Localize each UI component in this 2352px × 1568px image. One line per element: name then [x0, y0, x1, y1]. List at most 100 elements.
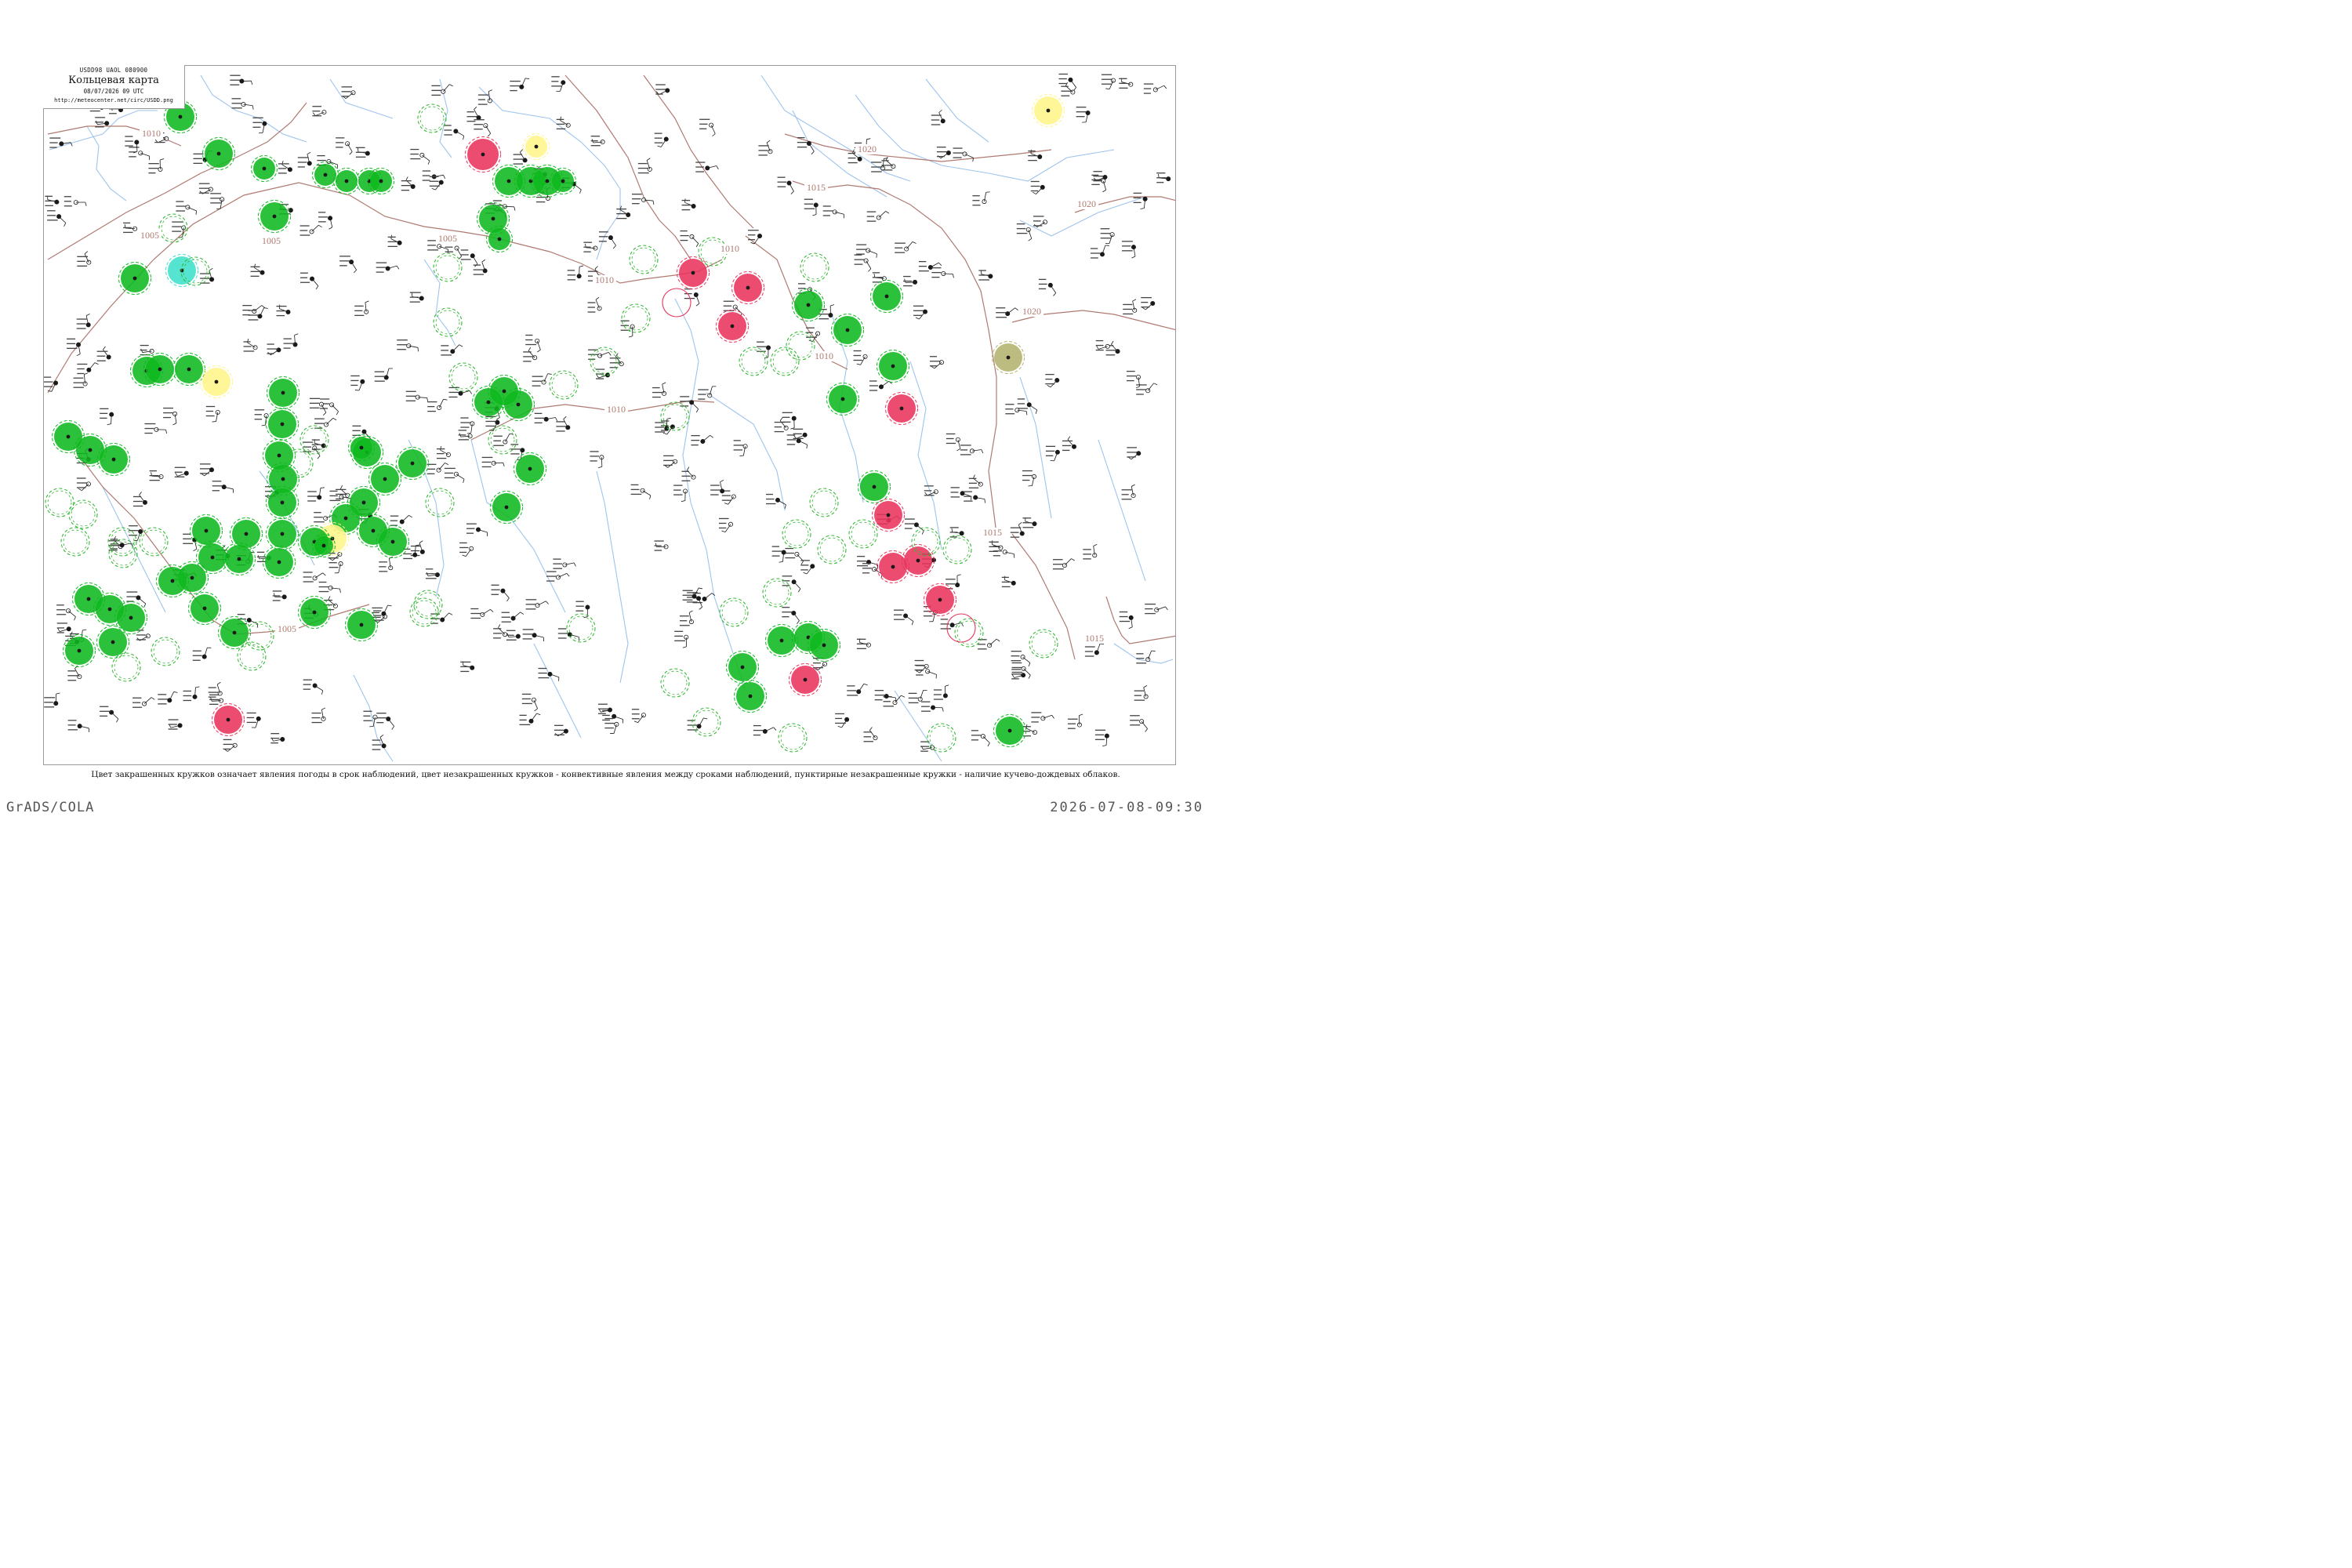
station-value-mark [444, 467, 456, 470]
station-dot [170, 579, 175, 583]
cb-dashed-ring [817, 535, 847, 564]
station-value-mark [682, 594, 693, 596]
station-value-mark [663, 459, 673, 462]
station-glyph [67, 338, 82, 357]
station-value-mark [441, 354, 452, 356]
station-value-mark [409, 296, 419, 298]
station-value-mark [436, 457, 447, 459]
station-value-mark [964, 500, 973, 502]
station-value-mark [949, 536, 957, 538]
station-value-mark [557, 628, 567, 630]
station-value-mark [425, 568, 434, 570]
wind-shaft [793, 612, 800, 621]
station-value-mark [551, 81, 559, 82]
wind-barb [312, 112, 316, 116]
wind-shaft [332, 554, 340, 561]
wind-barb [103, 346, 106, 350]
station-value-mark [857, 565, 869, 567]
station-value-mark [1123, 308, 1132, 310]
station-value-mark [931, 271, 942, 274]
station-glyph [148, 158, 165, 174]
station-value-mark [908, 697, 918, 699]
station-value-mark [230, 79, 241, 81]
cb-dashed-ring-inner [153, 639, 178, 664]
station-glyph [968, 474, 983, 488]
station-value-mark [903, 275, 911, 278]
station-value-mark [904, 523, 915, 524]
station-glyph [303, 679, 324, 695]
station-glyph [630, 484, 652, 499]
station-dot [277, 560, 281, 564]
wind-shaft [485, 125, 492, 134]
station-value-mark [931, 267, 942, 269]
station-value-mark [278, 163, 289, 165]
wind-barb [520, 149, 524, 153]
station-value-mark [212, 485, 223, 487]
wind-barb [250, 81, 253, 85]
station-glyph [960, 445, 984, 456]
cb-dashed-ring-inner [490, 427, 515, 452]
station-value-mark [376, 717, 387, 719]
station-dot [158, 367, 162, 372]
wind-shaft [642, 490, 652, 496]
station-glyph [272, 590, 287, 601]
wind-barb [996, 638, 1000, 642]
station-value-mark [77, 265, 88, 267]
station-value-mark [856, 638, 866, 640]
station-value-mark [532, 376, 543, 377]
station-value-mark [410, 158, 421, 160]
station-value-mark [376, 262, 387, 263]
station-value-mark [923, 615, 933, 617]
station-glyph [410, 148, 430, 165]
station-value-mark [108, 545, 119, 546]
station-value-mark [522, 629, 534, 630]
station-glyph [76, 477, 91, 492]
station-glyph [100, 706, 119, 723]
station-value-mark [506, 634, 514, 636]
station-value-mark [1005, 404, 1014, 405]
station-value-mark [390, 515, 399, 517]
wind-shaft [704, 593, 713, 600]
station-value-mark [209, 703, 219, 705]
station-value-mark [522, 638, 532, 640]
wind-shaft [858, 684, 865, 692]
map-source-url: http://meteocenter.net/circ/USDD.png [54, 97, 173, 103]
station-value-mark [210, 202, 222, 204]
station-glyph [797, 136, 815, 155]
station-value-mark [132, 495, 142, 498]
station-value-mark [1093, 171, 1102, 172]
station-glyph [929, 356, 944, 369]
station-value-mark [1022, 735, 1031, 737]
station-value-mark [953, 147, 963, 149]
station-value-mark [931, 114, 942, 116]
station-dot [445, 452, 451, 457]
station-value-mark [960, 454, 971, 456]
station-value-mark [250, 270, 261, 272]
cb-dashed-ring-inner [721, 600, 746, 625]
station-dot [359, 445, 364, 450]
station-value-mark [267, 348, 278, 350]
station-glyph [1095, 339, 1110, 351]
station-dot [226, 717, 230, 722]
station-value-mark [921, 710, 931, 712]
station-value-mark [699, 123, 708, 125]
cb-dashed-ring [691, 707, 721, 737]
station-value-mark [397, 349, 406, 350]
wind-barb [328, 227, 332, 230]
station-dot [561, 179, 565, 183]
station-value-mark [192, 659, 201, 661]
station-glyph [590, 451, 604, 469]
cb-dashed-ring [549, 370, 579, 400]
station-glyph [525, 599, 549, 610]
station-glyph [904, 518, 924, 535]
station-value-mark [460, 417, 469, 419]
station-dot [208, 187, 213, 192]
wind-barb [573, 562, 576, 567]
station-value-mark [978, 274, 989, 276]
station-value-mark [183, 699, 192, 702]
station-value-mark [710, 494, 719, 495]
station-value-mark [148, 163, 159, 165]
wind-barb [655, 543, 657, 547]
station-value-mark [933, 694, 942, 695]
wind-barb [981, 449, 984, 454]
